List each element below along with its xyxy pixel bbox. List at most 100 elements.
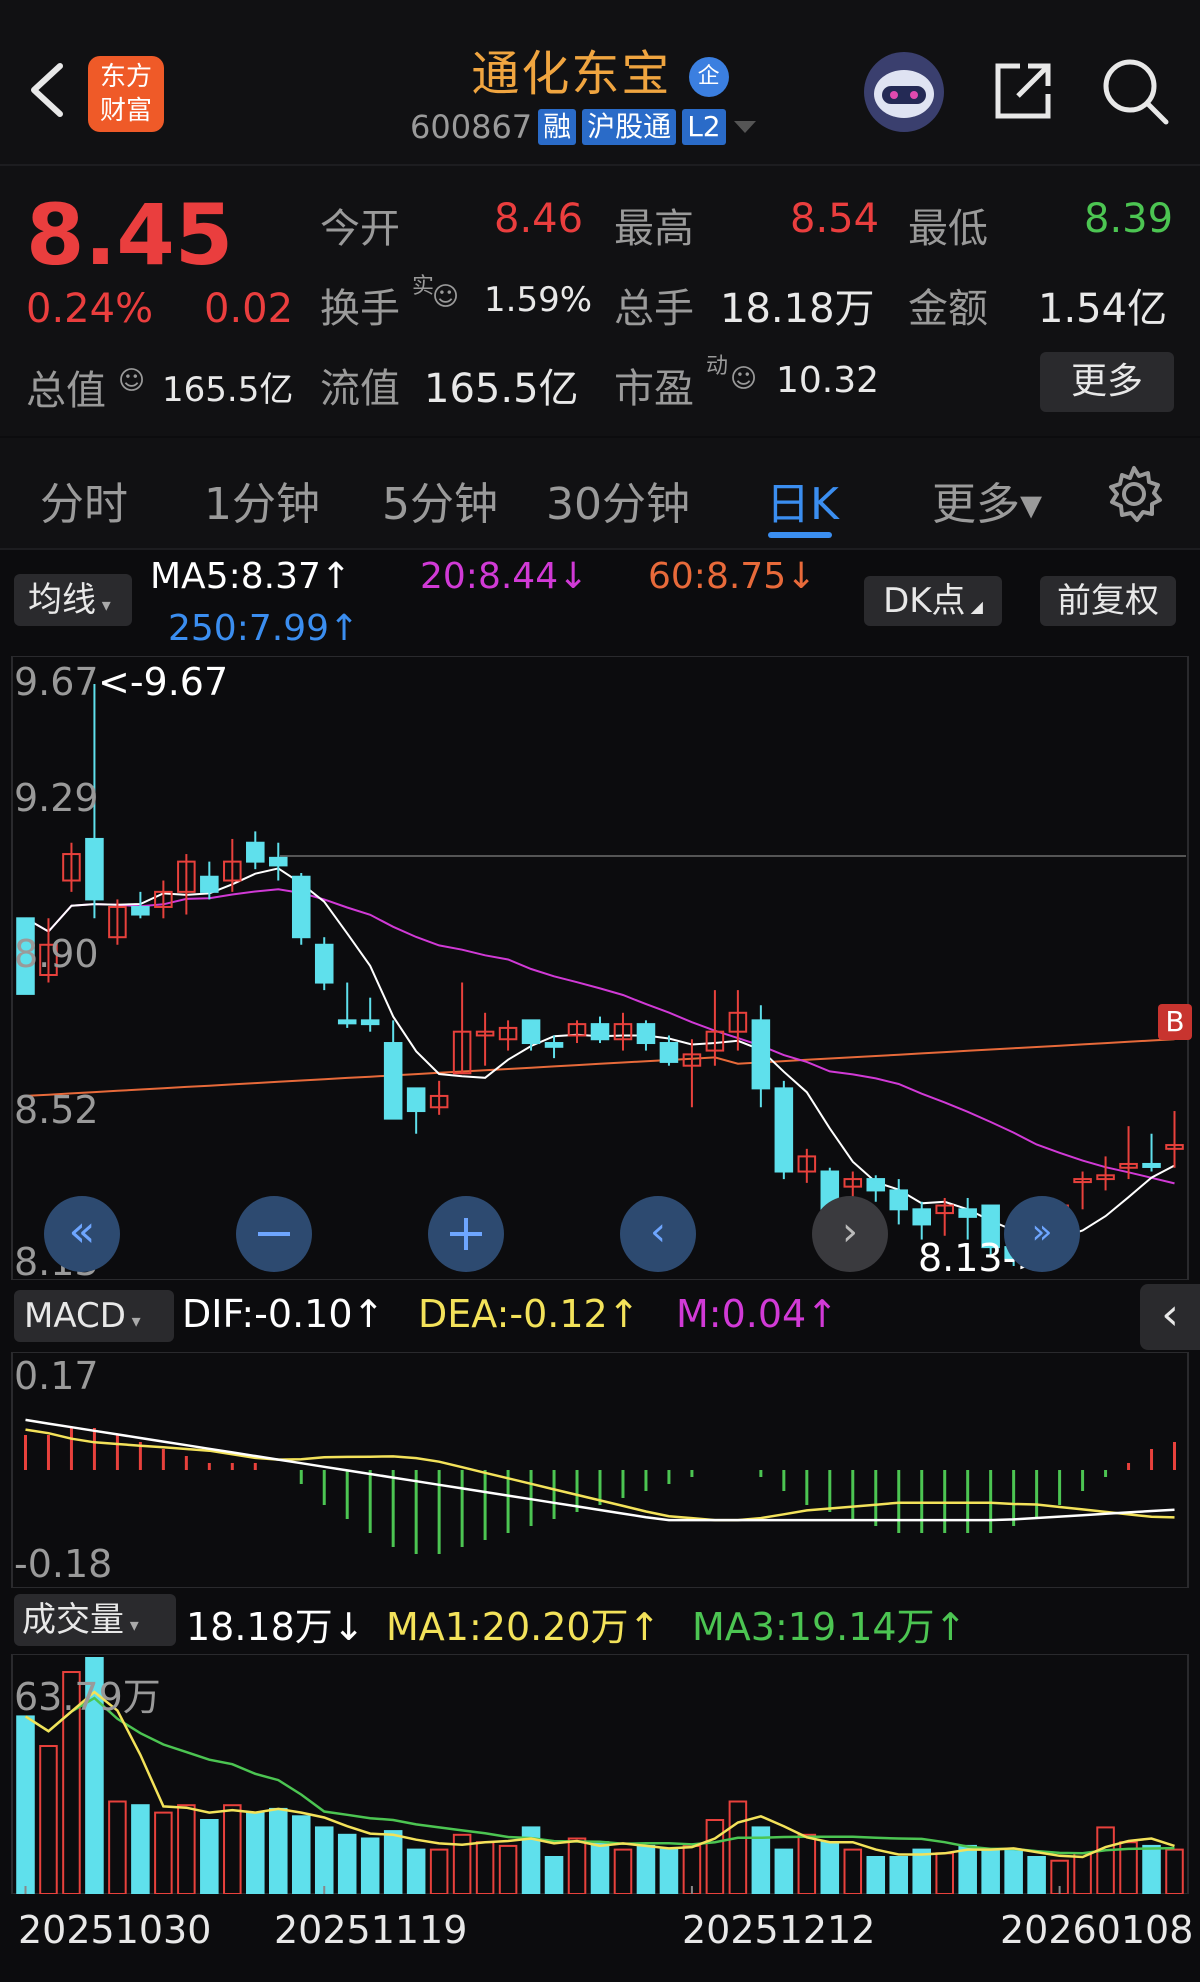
quote-panel: 8.45 0.24% 0.02 总值 ☺ 165.5亿 今开 8.46 最高 8… bbox=[0, 166, 1200, 436]
dk-point-label: DK点 bbox=[883, 581, 966, 621]
tab-1min[interactable]: 1分钟 bbox=[204, 468, 320, 532]
tab-30min[interactable]: 30分钟 bbox=[546, 468, 690, 532]
candle-body bbox=[246, 841, 265, 863]
top-bar: 东方 财富 通化东宝 企 600867 融 沪股通 L2 bbox=[0, 0, 1200, 166]
stock-code-row[interactable]: 600867 融 沪股通 L2 bbox=[410, 108, 758, 146]
candle-body bbox=[889, 1189, 909, 1211]
kline-chart[interactable] bbox=[0, 656, 1200, 1280]
ma60-line bbox=[25, 1038, 1175, 1097]
forward-adjust-button[interactable]: 前复权 bbox=[1040, 576, 1176, 626]
buy-marker[interactable]: B bbox=[1158, 1004, 1192, 1040]
macd-indicator-select[interactable]: MACD ▾ bbox=[14, 1290, 174, 1342]
turnover-sup: 实 bbox=[412, 274, 435, 299]
search-icon[interactable] bbox=[1100, 56, 1170, 126]
volume-ma3-line bbox=[24, 1696, 1175, 1855]
volume-bar bbox=[889, 1856, 909, 1894]
fast-rewind-icon[interactable]: « bbox=[44, 1196, 120, 1272]
share-icon[interactable] bbox=[990, 58, 1056, 124]
period-tabs: 分时 1分钟 5分钟 30分钟 日K 更多▾ bbox=[0, 438, 1200, 550]
tab-more[interactable]: 更多▾ bbox=[932, 468, 1042, 532]
zoom-out-icon[interactable] bbox=[236, 1196, 312, 1272]
fast-forward-icon[interactable]: » bbox=[1004, 1196, 1080, 1272]
macd-dea: DEA:-0.12↑ bbox=[418, 1292, 640, 1336]
pe-info-icon[interactable]: ☺ bbox=[730, 364, 757, 394]
volume-bar bbox=[1004, 1848, 1023, 1894]
candle-body bbox=[383, 1042, 403, 1120]
pe-label: 市盈 bbox=[614, 366, 694, 412]
volume-indicator-select[interactable]: 成交量 ▾ bbox=[14, 1594, 176, 1646]
scroll-left-icon[interactable]: ‹ bbox=[620, 1196, 696, 1272]
stock-code: 600867 bbox=[410, 108, 533, 146]
volume-ma3: MA3:19.14万↑ bbox=[692, 1605, 967, 1649]
volume-ma1-line bbox=[24, 1690, 1175, 1859]
ma5-line bbox=[25, 867, 1175, 1239]
high-label: 最高 bbox=[614, 206, 694, 252]
volume-bar bbox=[131, 1804, 150, 1894]
robot-assistant-icon[interactable] bbox=[862, 50, 946, 134]
ma5-value: MA5:8.37↑ bbox=[150, 556, 352, 597]
volume-bar bbox=[613, 1848, 633, 1894]
volume-bar bbox=[636, 1844, 656, 1894]
open-label: 今开 bbox=[320, 206, 400, 252]
float-cap-value: 165.5亿 bbox=[424, 366, 579, 412]
settings-gear-icon[interactable] bbox=[1104, 464, 1164, 524]
tab-5min[interactable]: 5分钟 bbox=[382, 468, 498, 532]
ma60-value: 60:8.75↓ bbox=[648, 556, 817, 597]
high-value: 8.54 bbox=[790, 196, 880, 242]
volume-bar bbox=[429, 1848, 449, 1894]
volume-bar bbox=[935, 1852, 954, 1894]
turnover-info-icon[interactable]: ☺ bbox=[432, 282, 459, 312]
volume-bar bbox=[246, 1811, 265, 1894]
volume-bar bbox=[843, 1848, 863, 1894]
candle-body bbox=[636, 1023, 656, 1045]
turnover-label: 换手 bbox=[320, 286, 400, 332]
volume-bar bbox=[406, 1848, 426, 1894]
y-label-2: 9.29 bbox=[14, 776, 99, 820]
volume-bar bbox=[820, 1841, 840, 1894]
float-cap-label: 流值 bbox=[320, 366, 400, 412]
dk-point-button[interactable]: DK点 ◢ bbox=[864, 576, 1002, 626]
scroll-right-icon[interactable]: › bbox=[812, 1196, 888, 1272]
volume-bar bbox=[223, 1804, 242, 1894]
market-cap-label: 总值 bbox=[26, 368, 106, 414]
candle-body bbox=[360, 1019, 380, 1026]
volume-bar bbox=[866, 1856, 886, 1894]
volume-bar bbox=[314, 1826, 334, 1894]
candle-body bbox=[314, 943, 334, 984]
candle-body bbox=[291, 875, 311, 939]
volume-bar bbox=[108, 1800, 127, 1894]
candle-body bbox=[751, 1019, 771, 1090]
volume-bar bbox=[797, 1833, 817, 1894]
chevron-down-icon bbox=[733, 121, 756, 133]
candle-body bbox=[337, 1019, 357, 1025]
tab-intraday[interactable]: 分时 bbox=[40, 468, 128, 532]
zoom-in-icon[interactable] bbox=[428, 1196, 504, 1272]
tab-daily-k[interactable]: 日K bbox=[766, 468, 839, 532]
last-price: 8.45 bbox=[26, 186, 234, 284]
volume-bar bbox=[705, 1819, 725, 1894]
more-quote-button[interactable]: 更多 bbox=[1040, 352, 1174, 412]
ma-indicator-select[interactable]: 均线 ▾ bbox=[14, 574, 132, 626]
macd-chart[interactable] bbox=[0, 1352, 1200, 1588]
volume-bar bbox=[774, 1848, 794, 1894]
kline-frame bbox=[11, 656, 1189, 1280]
amount-label: 金额 bbox=[908, 286, 988, 332]
volume-value: 18.18万 bbox=[720, 286, 875, 332]
macd-m: M:0.04↑ bbox=[676, 1292, 839, 1336]
candle-body bbox=[544, 1042, 564, 1048]
volume-bar bbox=[1165, 1848, 1184, 1894]
enterprise-badge: 企 bbox=[688, 57, 729, 97]
info-icon[interactable]: ☺ bbox=[118, 366, 145, 396]
market-cap-value: 165.5亿 bbox=[162, 370, 294, 410]
volume-bar bbox=[1096, 1826, 1115, 1894]
macd-y-top: 0.17 bbox=[14, 1354, 99, 1398]
date-label-2: 20251119 bbox=[274, 1908, 468, 1952]
collapse-panel-icon[interactable]: ‹ bbox=[1140, 1284, 1200, 1350]
volume-chart[interactable] bbox=[0, 1654, 1200, 1894]
volume-bar bbox=[177, 1804, 196, 1894]
y-label-3: 8.90 bbox=[14, 932, 99, 976]
low-label: 最低 bbox=[908, 206, 988, 252]
macd-select-label: MACD bbox=[24, 1296, 126, 1336]
volume-bar bbox=[291, 1815, 311, 1894]
candle-body bbox=[590, 1023, 610, 1041]
